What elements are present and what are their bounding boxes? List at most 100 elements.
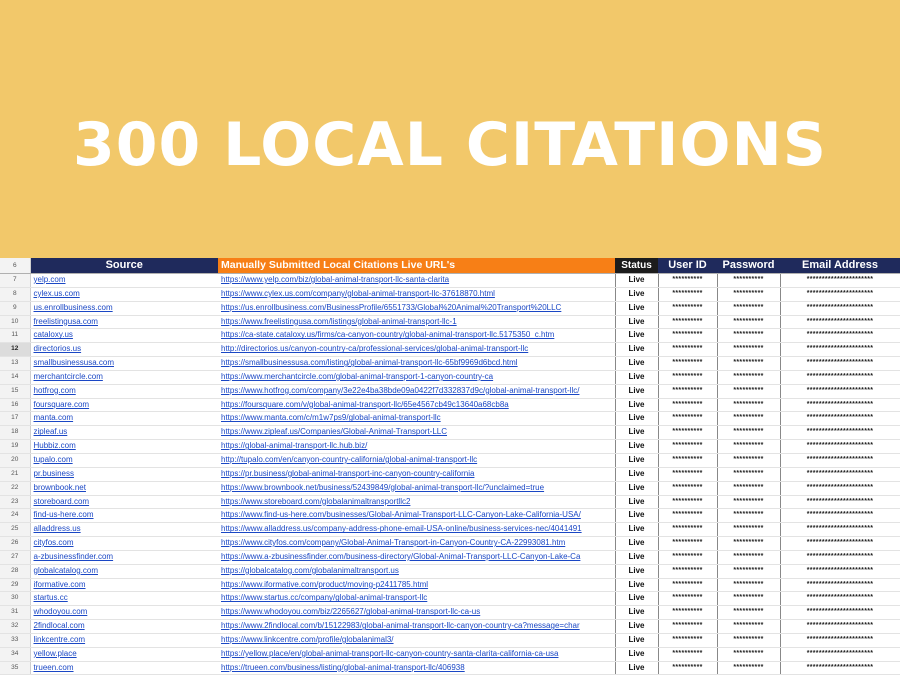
status-cell[interactable]: Live bbox=[614, 439, 659, 454]
row-number[interactable]: 31 bbox=[0, 605, 31, 621]
citation-url-link[interactable]: https://trueen.com/business/listing/glob… bbox=[221, 663, 465, 672]
source-cell[interactable]: whodoyou.com bbox=[30, 605, 218, 621]
url-cell[interactable]: https://www.storeboard.com/globalanimalt… bbox=[218, 495, 615, 510]
source-link[interactable]: yellow.place bbox=[34, 649, 77, 658]
url-cell[interactable]: https://pr.business/global-animal-transp… bbox=[218, 467, 615, 482]
row-number[interactable]: 8 bbox=[0, 287, 31, 302]
source-cell[interactable]: smallbusinessusa.com bbox=[30, 356, 218, 371]
user-id-cell[interactable]: ********** bbox=[658, 273, 718, 288]
row-number[interactable]: 10 bbox=[0, 315, 31, 330]
user-id-cell[interactable]: ********** bbox=[658, 411, 718, 427]
password-cell[interactable]: ********** bbox=[717, 481, 781, 496]
url-cell[interactable]: https://www.merchantcircle.com/global-an… bbox=[218, 370, 615, 385]
password-cell[interactable]: ********** bbox=[717, 328, 781, 344]
citation-url-link[interactable]: https://www.manta.com/c/m1w7ps9/global-a… bbox=[221, 413, 441, 422]
user-id-cell[interactable]: ********** bbox=[658, 425, 718, 441]
source-cell[interactable]: pr.business bbox=[30, 467, 218, 482]
source-link[interactable]: find-us-here.com bbox=[34, 510, 94, 519]
source-link[interactable]: globalcatalog.com bbox=[34, 566, 98, 575]
source-cell[interactable]: storeboard.com bbox=[30, 495, 218, 510]
password-cell[interactable]: ********** bbox=[717, 425, 781, 441]
password-cell[interactable]: ********** bbox=[717, 439, 781, 454]
source-cell[interactable]: alladdress.us bbox=[30, 522, 218, 538]
url-cell[interactable]: https://www.find-us-here.com/businesses/… bbox=[218, 508, 615, 524]
url-cell[interactable]: https://www.2findlocal.com/b/15122983/gl… bbox=[218, 619, 615, 634]
citation-url-link[interactable]: https://www.alladdress.us/company-addres… bbox=[221, 524, 582, 533]
row-number[interactable]: 23 bbox=[0, 495, 31, 510]
citation-url-link[interactable]: https://www.hotfrog.com/company/3e22e4ba… bbox=[221, 386, 579, 395]
url-cell[interactable]: https://www.hotfrog.com/company/3e22e4ba… bbox=[218, 384, 615, 399]
source-cell[interactable]: hotfrog.com bbox=[30, 384, 218, 399]
url-cell[interactable]: https://www.alladdress.us/company-addres… bbox=[218, 522, 615, 538]
email-cell[interactable]: ********************** bbox=[780, 578, 900, 593]
source-link[interactable]: hotfrog.com bbox=[34, 386, 76, 395]
status-cell[interactable]: Live bbox=[614, 287, 659, 302]
email-cell[interactable]: ********************** bbox=[780, 370, 900, 385]
citation-url-link[interactable]: http://tupalo.com/en/canyon-country-cali… bbox=[221, 455, 477, 464]
user-id-cell[interactable]: ********** bbox=[658, 287, 718, 302]
source-link[interactable]: merchantcircle.com bbox=[34, 372, 103, 381]
source-link[interactable]: freelistingusa.com bbox=[34, 317, 98, 326]
citation-url-link[interactable]: https://www.cylex.us.com/company/global-… bbox=[221, 289, 495, 298]
url-cell[interactable]: https://www.cylex.us.com/company/global-… bbox=[218, 287, 615, 302]
source-link[interactable]: tupalo.com bbox=[34, 455, 73, 464]
status-cell[interactable]: Live bbox=[614, 619, 659, 634]
url-cell[interactable]: https://www.linkcentre.com/profile/globa… bbox=[218, 633, 615, 648]
row-number[interactable]: 32 bbox=[0, 619, 31, 634]
source-cell[interactable]: linkcentre.com bbox=[30, 633, 218, 648]
password-cell[interactable]: ********** bbox=[717, 398, 781, 413]
password-cell[interactable]: ********** bbox=[717, 453, 781, 468]
password-cell[interactable]: ********** bbox=[717, 370, 781, 385]
user-id-cell[interactable]: ********** bbox=[658, 328, 718, 344]
source-link[interactable]: linkcentre.com bbox=[34, 635, 86, 644]
email-cell[interactable]: ********************** bbox=[780, 481, 900, 496]
user-id-cell[interactable]: ********** bbox=[658, 439, 718, 454]
url-cell[interactable]: https://www.iformative.com/product/movin… bbox=[218, 578, 615, 593]
row-number[interactable]: 24 bbox=[0, 508, 31, 524]
source-cell[interactable]: us.enrollbusiness.com bbox=[30, 301, 218, 316]
password-cell[interactable]: ********** bbox=[717, 342, 781, 358]
column-header-status[interactable]: Status bbox=[615, 258, 658, 274]
status-cell[interactable]: Live bbox=[614, 425, 659, 441]
row-number[interactable]: 9 bbox=[0, 301, 31, 316]
status-cell[interactable]: Live bbox=[614, 522, 659, 538]
url-cell[interactable]: https://www.yelp.com/biz/global-animal-t… bbox=[218, 273, 615, 288]
email-cell[interactable]: ********************** bbox=[780, 301, 900, 316]
row-number[interactable]: 26 bbox=[0, 536, 31, 551]
row-number[interactable]: 29 bbox=[0, 578, 31, 593]
source-link[interactable]: brownbook.net bbox=[34, 483, 86, 492]
citation-url-link[interactable]: http://directorios.us/canyon-country-ca/… bbox=[221, 344, 528, 353]
column-header-email[interactable]: Email Address bbox=[780, 258, 900, 274]
citation-url-link[interactable]: https://www.whodoyou.com/biz/2265627/glo… bbox=[221, 607, 480, 616]
status-cell[interactable]: Live bbox=[614, 467, 659, 482]
password-cell[interactable]: ********** bbox=[717, 536, 781, 551]
password-cell[interactable]: ********** bbox=[717, 578, 781, 593]
source-cell[interactable]: foursquare.com bbox=[30, 398, 218, 413]
status-cell[interactable]: Live bbox=[614, 578, 659, 593]
citation-url-link[interactable]: https://www.freelistingusa.com/listings/… bbox=[221, 317, 457, 326]
source-link[interactable]: iformative.com bbox=[34, 580, 86, 589]
source-cell[interactable]: cylex.us.com bbox=[30, 287, 218, 302]
source-link[interactable]: pr.business bbox=[34, 469, 74, 478]
user-id-cell[interactable]: ********** bbox=[658, 495, 718, 510]
password-cell[interactable]: ********** bbox=[717, 495, 781, 510]
user-id-cell[interactable]: ********** bbox=[658, 315, 718, 330]
source-cell[interactable]: cityfos.com bbox=[30, 536, 218, 551]
email-cell[interactable]: ********************** bbox=[780, 508, 900, 524]
email-cell[interactable]: ********************** bbox=[780, 411, 900, 427]
url-cell[interactable]: https://us.enrollbusiness.com/BusinessPr… bbox=[218, 301, 615, 316]
user-id-cell[interactable]: ********** bbox=[658, 467, 718, 482]
user-id-cell[interactable]: ********** bbox=[658, 550, 718, 565]
source-cell[interactable]: find-us-here.com bbox=[30, 508, 218, 524]
column-header-user-id[interactable]: User ID bbox=[658, 258, 717, 274]
status-cell[interactable]: Live bbox=[614, 273, 659, 288]
email-cell[interactable]: ********************** bbox=[780, 619, 900, 634]
citation-url-link[interactable]: https://www.find-us-here.com/businesses/… bbox=[221, 510, 581, 519]
source-cell[interactable]: zipleaf.us bbox=[30, 425, 218, 441]
url-cell[interactable]: https://www.a-zbusinessfinder.com/busine… bbox=[218, 550, 615, 565]
url-cell[interactable]: https://www.zipleaf.us/Companies/Global-… bbox=[218, 425, 615, 441]
source-link[interactable]: whodoyou.com bbox=[34, 607, 88, 616]
password-cell[interactable]: ********** bbox=[717, 411, 781, 427]
citation-url-link[interactable]: https://www.cityfos.com/company/Global-A… bbox=[221, 538, 565, 547]
email-cell[interactable]: ********************** bbox=[780, 453, 900, 468]
